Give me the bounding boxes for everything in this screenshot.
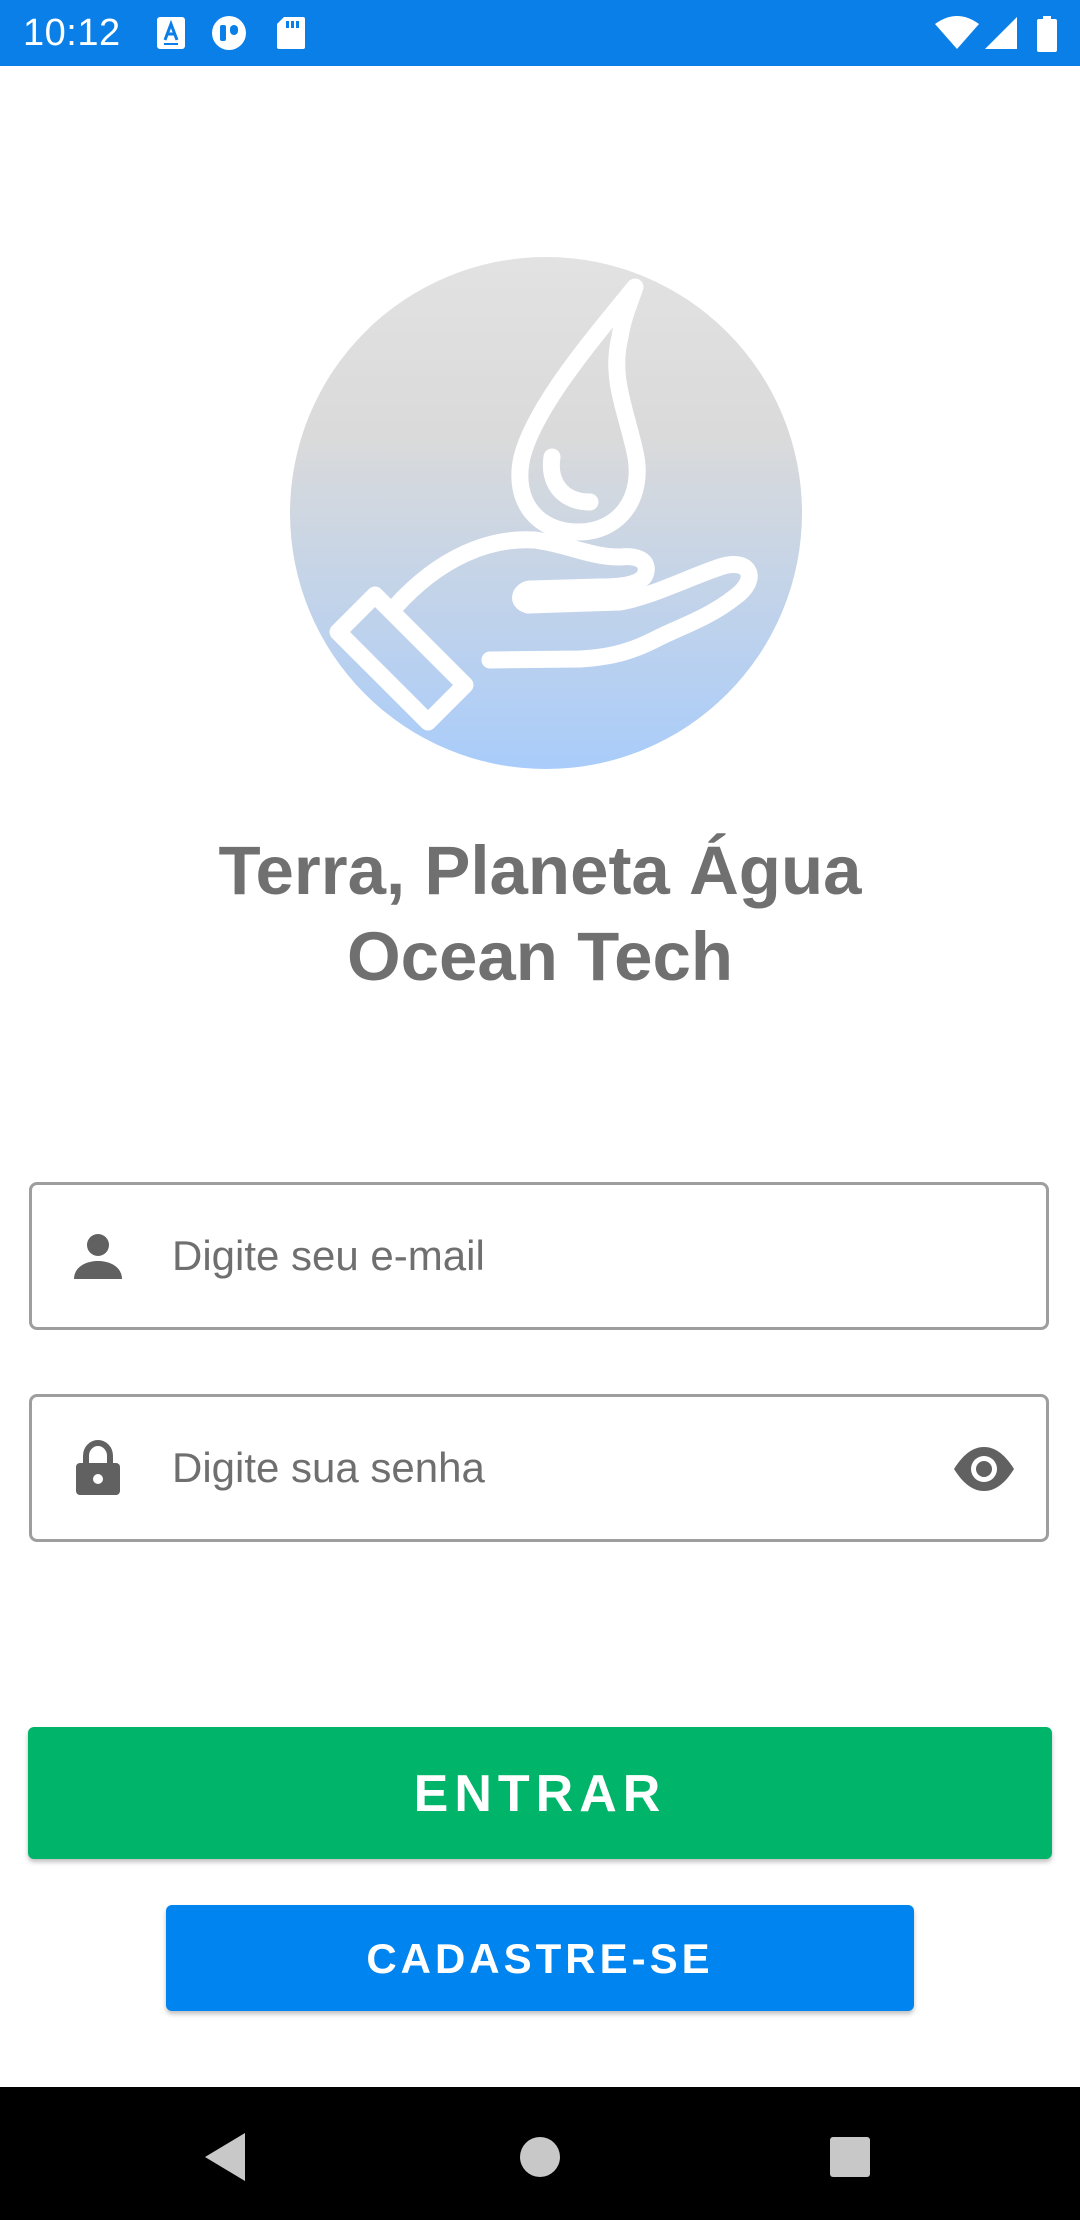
password-field[interactable] — [29, 1394, 1049, 1542]
recents-icon[interactable] — [820, 2127, 880, 2187]
signal-icon — [985, 17, 1017, 49]
signup-button[interactable]: CADASTRE-SE — [166, 1905, 914, 2011]
password-input[interactable] — [172, 1397, 812, 1539]
navigation-bar — [0, 2087, 1080, 2220]
app-title-line2: Ocean Tech — [346, 918, 734, 995]
email-input[interactable] — [172, 1185, 932, 1327]
status-time: 10:12 — [23, 12, 121, 54]
status-bar: 10:12 — [0, 0, 1080, 66]
email-field[interactable] — [29, 1182, 1049, 1330]
lock-icon — [76, 1439, 120, 1495]
app-title: Terra, Planeta Água Ocean Tech — [0, 828, 1080, 1000]
battery-icon — [1037, 16, 1057, 52]
sd-card-icon — [277, 17, 305, 49]
app-title-line1: Terra, Planeta Água — [218, 832, 862, 909]
a-box-icon — [157, 17, 185, 49]
eye-icon[interactable] — [952, 1441, 1016, 1497]
home-icon[interactable] — [510, 2127, 570, 2187]
wifi-icon — [935, 16, 979, 49]
water-drop-hand-icon — [290, 257, 802, 769]
headset-icon — [212, 16, 246, 50]
back-icon[interactable] — [197, 2127, 257, 2187]
login-button[interactable]: ENTRAR — [28, 1727, 1052, 1859]
person-icon — [74, 1234, 122, 1279]
